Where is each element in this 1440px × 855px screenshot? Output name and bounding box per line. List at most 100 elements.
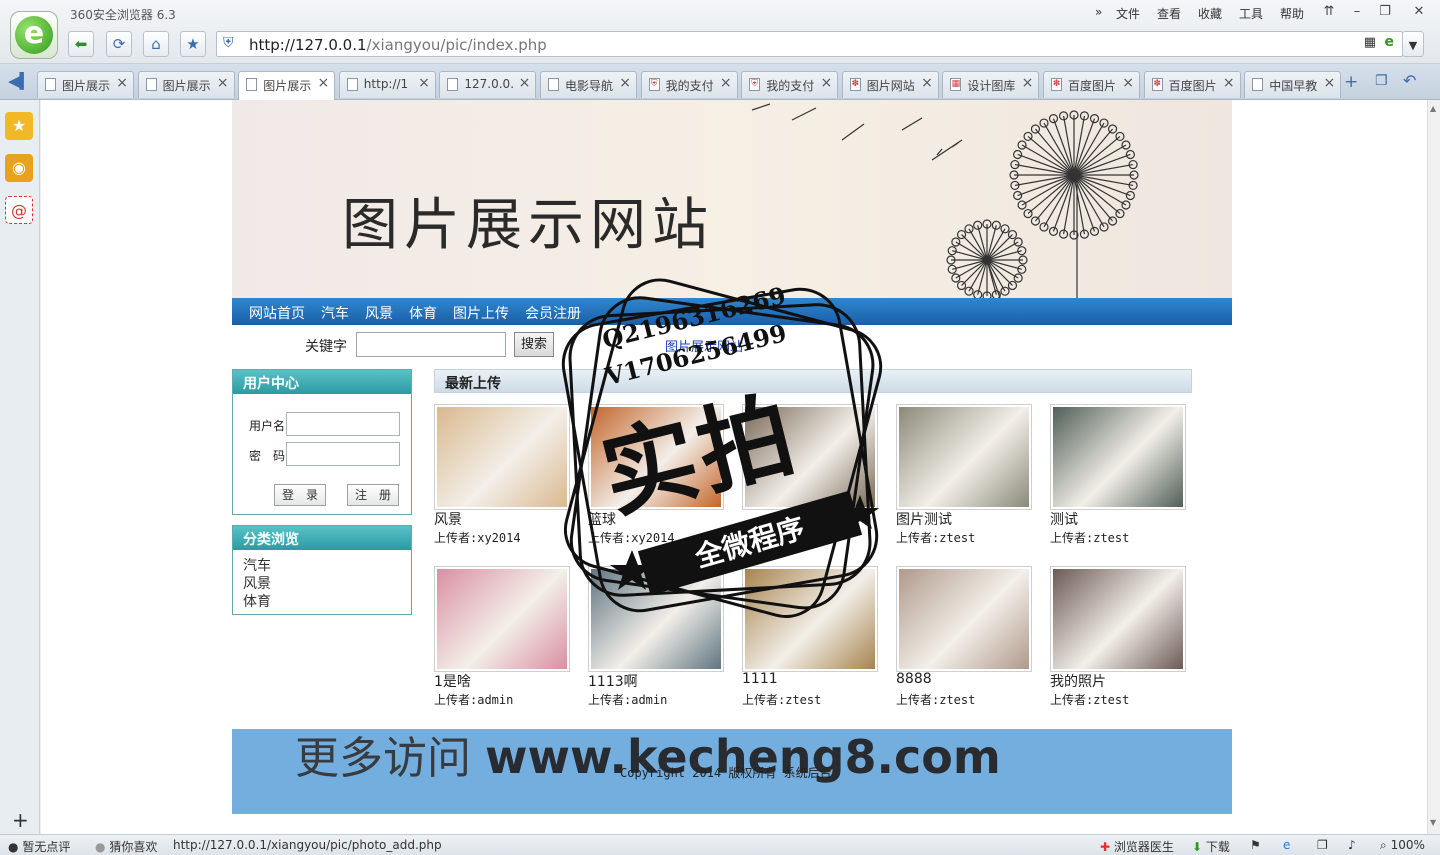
keyword-label: 关键字: [305, 339, 347, 355]
login-button[interactable]: 登 录: [274, 484, 326, 506]
register-button[interactable]: 注 册: [347, 484, 399, 506]
sidebar-add-icon[interactable]: +: [12, 808, 29, 832]
mail-at-icon[interactable]: @: [5, 196, 33, 224]
tab-close-icon[interactable]: ×: [820, 75, 832, 91]
favorites-star-icon[interactable]: ★: [5, 112, 33, 140]
photo-name[interactable]: 8888: [896, 671, 932, 687]
photo-name[interactable]: 我的照片: [1050, 671, 1106, 691]
tab-label: 图片展示: [162, 79, 211, 93]
star-icon: ★: [186, 35, 200, 53]
menu-tools[interactable]: 工具: [1239, 5, 1263, 22]
category-item-cars[interactable]: 汽车: [243, 555, 271, 575]
tab-11[interactable]: ✽ 百度图片 ×: [1143, 71, 1241, 98]
tab-close-icon[interactable]: ×: [720, 75, 732, 91]
photo-name[interactable]: 测试: [1050, 509, 1078, 529]
nav-item-2[interactable]: 风景: [365, 303, 393, 323]
restore-button[interactable]: ❐: [1374, 3, 1396, 21]
ie-icon[interactable]: e: [1283, 838, 1290, 852]
tab-close-icon[interactable]: ×: [217, 75, 229, 91]
password-input[interactable]: [286, 442, 400, 466]
minimize-button[interactable]: –: [1346, 3, 1368, 21]
status-bar: ● 暂无点评 ● 猜你喜欢 http://127.0.0.1/xiangyou/…: [0, 834, 1440, 855]
skin-icon[interactable]: ⇈: [1318, 3, 1340, 21]
browser-logo[interactable]: e: [10, 11, 58, 59]
menu-expand-icon[interactable]: »: [1095, 5, 1102, 19]
undo-close-icon[interactable]: ↶: [1403, 71, 1416, 90]
vertical-scrollbar[interactable]: ▲ ▼: [1427, 100, 1440, 834]
page-icon: [45, 78, 56, 91]
tab-close-icon[interactable]: ×: [921, 75, 933, 91]
window-icon[interactable]: ❐: [1317, 838, 1328, 852]
tab-close-icon[interactable]: ×: [519, 75, 531, 91]
tab-close-icon[interactable]: ×: [418, 75, 430, 91]
tab-7[interactable]: ⛨ 我的支付 ×: [741, 71, 839, 98]
tab-10[interactable]: ✽ 百度图片 ×: [1043, 71, 1140, 98]
ie-mode-icon[interactable]: e: [1385, 34, 1395, 50]
address-bar[interactable]: ⛨ http://127.0.0.1/xiangyou/pic/index.ph…: [216, 31, 1403, 57]
rating-status[interactable]: ● 暂无点评: [8, 838, 70, 855]
nav-item-0[interactable]: 网站首页: [249, 303, 305, 323]
photo-name[interactable]: 1是啥: [434, 671, 471, 691]
tab-3[interactable]: http://1 ×: [338, 71, 436, 98]
page-icon: [1252, 78, 1264, 91]
favorite-button[interactable]: ★: [180, 31, 206, 57]
menu-favorites[interactable]: 收藏: [1198, 5, 1222, 22]
tab-6[interactable]: ⛨ 我的支付 ×: [640, 71, 738, 98]
tab-9[interactable]: ▦ 设计图库 ×: [942, 71, 1040, 98]
weibo-icon[interactable]: ◉: [5, 154, 33, 182]
category-item-sports[interactable]: 体育: [243, 591, 271, 611]
photo-thumbnail[interactable]: [1050, 404, 1186, 510]
zoom-status[interactable]: ⌕ 100%: [1380, 838, 1425, 853]
menu-view[interactable]: 查看: [1157, 5, 1181, 22]
tab-close-icon[interactable]: ×: [317, 75, 329, 91]
photo-name[interactable]: 1113啊: [588, 671, 638, 691]
tab-8[interactable]: ✽ 图片网站 ×: [841, 71, 939, 98]
tab-close-icon[interactable]: ×: [116, 75, 128, 91]
tab-5[interactable]: 电影导航 ×: [540, 71, 637, 98]
sidebar-toggle-icon[interactable]: ◀▍: [8, 72, 31, 90]
tab-2[interactable]: 图片展示 ×: [238, 71, 336, 100]
menu-file[interactable]: 文件: [1116, 5, 1140, 22]
tab-close-icon[interactable]: ×: [1323, 75, 1335, 91]
scroll-down-icon[interactable]: ▼: [1430, 818, 1436, 827]
tab-1[interactable]: 图片展示 ×: [137, 71, 235, 98]
tab-4[interactable]: 127.0.0. ×: [439, 71, 537, 98]
tab-12[interactable]: 中国早教 ×: [1244, 71, 1342, 98]
tab-label: 我的支付: [665, 79, 714, 93]
address-url[interactable]: http://127.0.0.1/xiangyou/pic/index.php: [249, 36, 547, 54]
compat-icon[interactable]: ⚑: [1250, 838, 1261, 852]
new-tab-button[interactable]: +: [1344, 72, 1358, 92]
back-button[interactable]: ⬅: [68, 31, 94, 57]
guess-like-status[interactable]: ● 猜你喜欢: [95, 838, 157, 855]
nav-item-4[interactable]: 图片上传: [453, 303, 509, 323]
scroll-up-icon[interactable]: ▲: [1430, 104, 1436, 113]
photo-thumbnail[interactable]: [1050, 566, 1186, 672]
page-icon: [246, 78, 258, 91]
tab-label: 中国早教: [1269, 79, 1318, 93]
menu-help[interactable]: 帮助: [1280, 5, 1304, 22]
category-item-scenery[interactable]: 风景: [243, 573, 271, 593]
qrcode-icon[interactable]: ▦: [1364, 35, 1376, 50]
download-status[interactable]: ⬇ 下载: [1192, 838, 1230, 855]
keyword-input[interactable]: [356, 332, 506, 357]
refresh-button[interactable]: ⟳: [106, 31, 132, 57]
browser-doctor[interactable]: ✚ 浏览器医生: [1100, 838, 1174, 855]
photo-name[interactable]: 1111: [742, 671, 778, 687]
nav-item-1[interactable]: 汽车: [321, 303, 349, 323]
close-window-button[interactable]: ✕: [1408, 3, 1430, 21]
paw-icon: ✽: [1151, 78, 1163, 91]
username-input[interactable]: [286, 412, 400, 436]
tab-close-icon[interactable]: ×: [619, 75, 631, 91]
tab-close-icon[interactable]: ×: [1022, 75, 1034, 91]
tab-0[interactable]: 图片展示 ×: [37, 71, 134, 98]
tab-close-icon[interactable]: ×: [1223, 75, 1235, 91]
photo-name[interactable]: 风景: [434, 509, 462, 529]
tab-close-icon[interactable]: ×: [1122, 75, 1134, 91]
photo-image: [1053, 569, 1183, 669]
tab-list-icon[interactable]: ❐: [1375, 73, 1388, 89]
address-dropdown-button[interactable]: ▼: [1402, 31, 1424, 57]
home-button[interactable]: ⌂: [143, 31, 169, 57]
tab-label: http://1: [363, 77, 409, 91]
nav-item-3[interactable]: 体育: [409, 303, 437, 323]
volume-icon[interactable]: ♪: [1348, 838, 1356, 852]
